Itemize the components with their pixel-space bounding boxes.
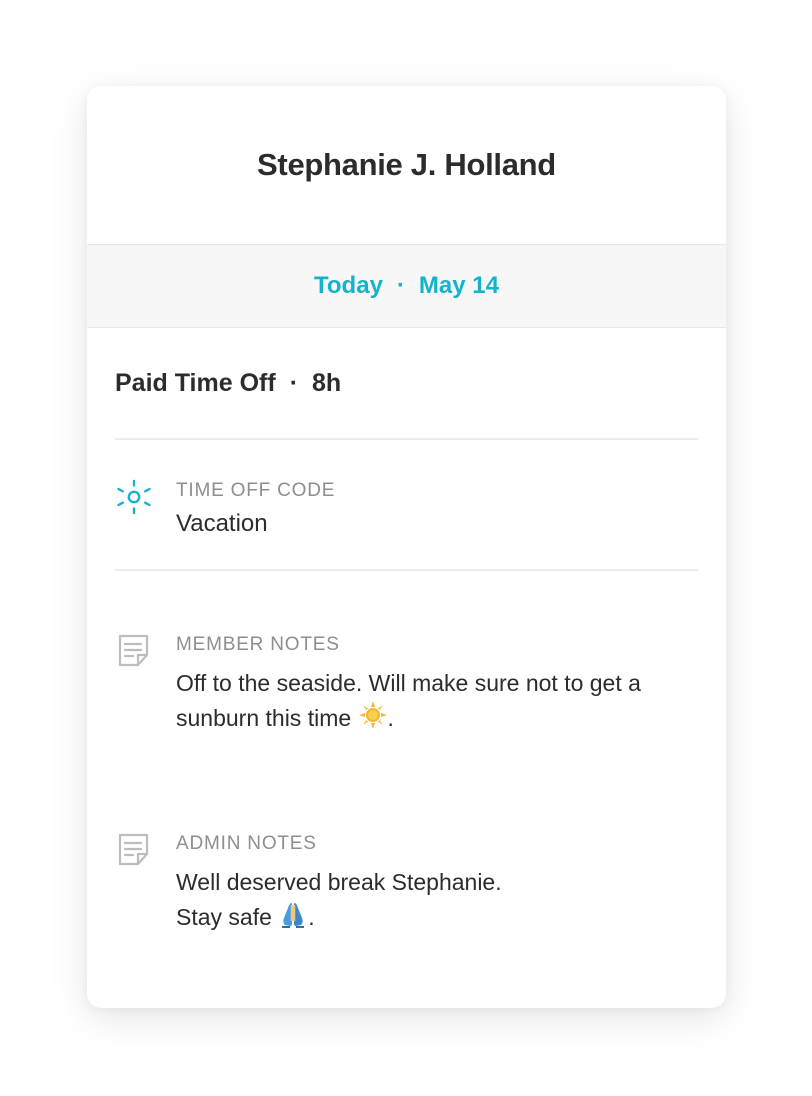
member-notes-body: Off to the seaside. Will make sure not t… bbox=[176, 670, 641, 731]
time-off-card: Stephanie J. Holland Today · May 14 Paid… bbox=[87, 86, 726, 1008]
card-header: Stephanie J. Holland bbox=[87, 86, 726, 245]
time-off-code-value: Vacation bbox=[176, 510, 268, 537]
note-icon bbox=[115, 831, 176, 869]
member-notes-suffix: . bbox=[387, 705, 394, 731]
time-off-code-label: TIME OFF CODE bbox=[176, 480, 336, 501]
admin-notes-line1: Well deserved break Stephanie. bbox=[176, 869, 502, 895]
time-off-code-row: TIME OFF CODE Vacation bbox=[115, 440, 698, 571]
note-icon bbox=[115, 632, 176, 670]
admin-notes-suffix: . bbox=[308, 904, 315, 930]
sun-icon bbox=[115, 478, 176, 516]
summary-separator: · bbox=[289, 368, 299, 397]
pray-emoji-icon bbox=[278, 899, 308, 938]
date-separator: · bbox=[396, 272, 405, 299]
date-relative: Today bbox=[314, 272, 383, 299]
member-notes-label: MEMBER NOTES bbox=[176, 634, 340, 655]
admin-notes-label: ADMIN NOTES bbox=[176, 833, 317, 854]
date-value: May 14 bbox=[418, 272, 499, 299]
card-content: Paid Time Off · 8h TIME OFF CODE Vacatio… bbox=[87, 328, 726, 938]
time-off-summary: Paid Time Off · 8h bbox=[115, 328, 698, 440]
admin-notes-line2: Stay safe bbox=[176, 904, 272, 930]
admin-notes-row: ADMIN NOTES Well deserved break Stephani… bbox=[115, 754, 698, 938]
time-off-hours: 8h bbox=[312, 368, 342, 397]
member-name: Stephanie J. Holland bbox=[257, 147, 556, 182]
admin-notes-text: Well deserved break Stephanie. Stay safe … bbox=[176, 865, 698, 938]
sun-emoji-icon bbox=[358, 700, 388, 739]
member-notes-text: Off to the seaside. Will make sure not t… bbox=[176, 666, 698, 739]
member-notes-row: MEMBER NOTES Off to the seaside. Will ma… bbox=[115, 571, 698, 754]
date-band: Today · May 14 bbox=[87, 245, 726, 328]
time-off-type: Paid Time Off bbox=[115, 368, 276, 397]
admin-notes-line2-wrap: Stay safe . bbox=[176, 899, 698, 938]
